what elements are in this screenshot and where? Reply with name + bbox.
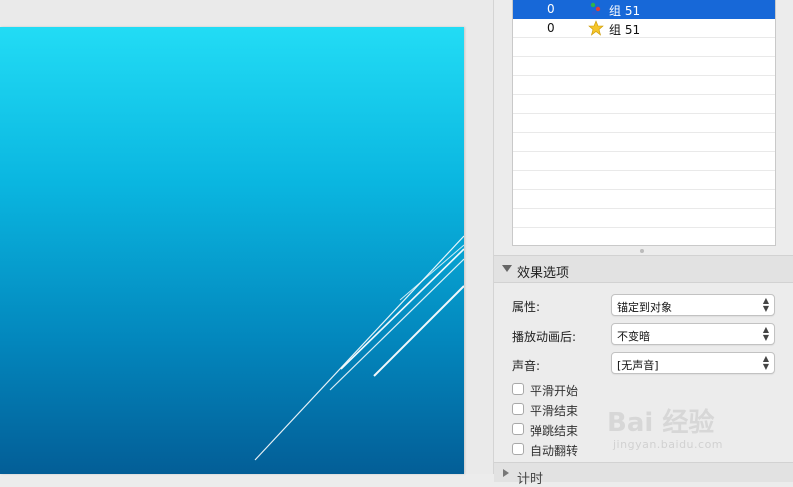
checkbox-box[interactable] [512, 383, 524, 395]
animation-list[interactable]: 0 组 51 0 组 51 [512, 0, 776, 246]
select-value: [无声音] [617, 359, 659, 372]
select-value: 不变暗 [617, 330, 650, 343]
property-select[interactable]: 锚定到对象 ▲ ▼ [611, 294, 775, 316]
slide-decorative-lines [254, 235, 464, 461]
animation-list-item[interactable]: 0 组 51 [513, 0, 775, 19]
disclosure-triangle-icon [503, 469, 509, 477]
select-value: 锚定到对象 [617, 301, 672, 314]
animation-name: 组 51 [609, 4, 641, 18]
empty-list-row [513, 95, 775, 114]
list-resize-handle[interactable] [640, 249, 644, 253]
sound-select[interactable]: [无声音] ▲ ▼ [611, 352, 775, 374]
checkbox-label: 自动翻转 [530, 444, 579, 458]
checkbox-label: 平滑开始 [530, 384, 579, 398]
animation-name: 组 51 [609, 23, 641, 37]
disclosure-triangle-icon [502, 265, 512, 272]
empty-list-row [513, 76, 775, 95]
checkbox-box[interactable] [512, 443, 524, 455]
checkbox-box[interactable] [512, 423, 524, 435]
section-title: 计时 [517, 472, 544, 487]
slide-canvas-area [0, 0, 493, 474]
empty-list-row [513, 114, 775, 133]
empty-list-row [513, 171, 775, 190]
empty-list-row [513, 152, 775, 171]
section-title: 效果选项 [517, 266, 570, 281]
stepper-arrows-icon: ▲ ▼ [762, 354, 770, 371]
after-animation-label: 播放动画后: [512, 330, 577, 344]
animation-order: 0 [547, 21, 555, 35]
motion-path-icon [590, 2, 601, 16]
stepper-arrows-icon: ▲ ▼ [762, 325, 770, 342]
property-label: 属性: [512, 300, 541, 314]
sound-label: 声音: [512, 359, 541, 373]
slide-preview[interactable] [0, 27, 464, 474]
checkbox-label: 弹跳结束 [530, 424, 579, 438]
animation-list-item[interactable]: 0 组 51 [513, 19, 775, 38]
stepper-arrows-icon: ▲ ▼ [762, 296, 770, 313]
star-emphasis-icon [588, 20, 604, 36]
animation-order: 0 [547, 2, 555, 16]
empty-list-row [513, 57, 775, 76]
empty-list-row [513, 209, 775, 228]
animation-pane: 0 组 51 0 组 51 效果选项 属性: 锚定到对象 ▲ ▼ 播放动画后: 不… [493, 0, 793, 487]
empty-list-row [513, 38, 775, 57]
empty-list-row [513, 190, 775, 209]
after-animation-select[interactable]: 不变暗 ▲ ▼ [611, 323, 775, 345]
timing-section-header[interactable]: 计时 [494, 462, 793, 487]
checkbox-label: 平滑结束 [530, 404, 579, 418]
empty-list-row [513, 133, 775, 152]
effect-options-header[interactable]: 效果选项 [494, 255, 793, 283]
checkbox-box[interactable] [512, 403, 524, 415]
